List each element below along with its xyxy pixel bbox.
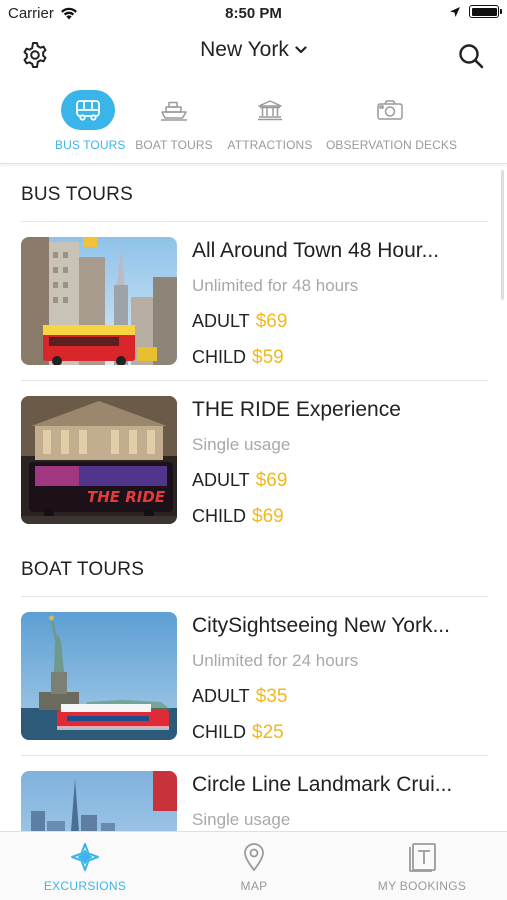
nav-bar: New York [0,28,507,80]
tab-map[interactable]: MAP [209,832,299,893]
child-price: $69 [252,506,284,527]
ticket-icon [409,843,436,872]
boat-tab-pill [147,90,201,130]
adult-price-row: ADULT $69 [192,470,287,492]
tour-list[interactable]: BUS TOURS All Around Town 48 Hour... Unl… [0,165,507,831]
adult-price: $35 [255,686,288,707]
tab-excursions[interactable]: EXCURSIONS [30,832,140,893]
svg-text:THE RIDE: THE RIDE [87,488,166,506]
tab-label: BUS TOURS [55,138,126,152]
tour-card-citysightseeing[interactable]: CitySightseeing New York... Unlimited fo… [21,612,488,744]
tab-label: BOAT TOURS [135,138,213,152]
tab-label: ATTRACTIONS [227,138,313,152]
tab-label: MY BOOKINGS [377,879,467,893]
child-price-row: CHILD $25 [192,722,284,744]
search-icon[interactable] [457,42,485,70]
adult-label: ADULT [192,686,250,706]
tab-boat-tours[interactable]: BOAT TOURS [135,84,213,152]
tour-title: THE RIDE Experience [192,398,401,421]
adult-price-row: ADULT $69 [192,311,287,333]
adult-price: $69 [255,470,288,491]
child-label: CHILD [192,506,247,526]
divider [21,380,488,381]
tour-validity: Single usage [192,810,291,829]
tour-validity: Unlimited for 48 hours [192,276,359,295]
child-price-row: CHILD $59 [192,347,284,369]
tab-label: MAP [240,879,268,893]
adult-price: $69 [255,311,288,332]
tour-card-circle-line[interactable]: Circle Line Landmark Crui... Single usag… [21,771,488,831]
section-title-boat-tours: BOAT TOURS [21,559,145,580]
child-price-row: CHILD $69 [192,506,284,528]
liberty-boat-image [21,612,177,740]
map-pin-icon [244,843,264,872]
museum-icon [258,100,282,121]
bus-icon [76,100,100,121]
compass-star-icon [71,843,99,871]
tour-title: All Around Town 48 Hour... [192,239,440,262]
divider [21,755,488,756]
tab-attractions[interactable]: ATTRACTIONS [227,84,313,152]
skyline-image [21,771,177,831]
tour-card-all-around-town[interactable]: All Around Town 48 Hour... Unlimited for… [21,237,488,369]
tour-thumbnail: THE RIDE [21,396,177,524]
bottom-tab-bar: EXCURSIONS MAP MY BOOKINGS [0,831,507,900]
child-label: CHILD [192,722,247,742]
tour-card-the-ride[interactable]: THE RIDE THE RIDE Experience Single usag… [21,396,488,528]
battery-icon [469,5,502,18]
camera-icon [377,100,403,120]
category-tabs: BUS TOURS BOAT TOURS ATTRACTIONS OBSERVA… [0,84,507,164]
location-arrow-icon [450,6,460,17]
boat-icon [161,101,187,121]
status-bar: Carrier 8:50 PM [0,0,507,28]
chevron-down-icon [295,46,307,54]
night-bus-image: THE RIDE [21,396,177,524]
section-title-bus-tours: BUS TOURS [21,184,133,205]
tour-thumbnail [21,612,177,740]
attractions-tab-pill [243,90,297,130]
tab-bus-tours[interactable]: BUS TOURS [55,84,126,152]
tour-thumbnail [21,237,177,365]
tour-title: CitySightseeing New York... [192,614,450,637]
tab-observation-decks[interactable]: OBSERVATION DECKS [326,84,458,152]
observation-tab-pill [363,90,417,130]
tab-my-bookings[interactable]: MY BOOKINGS [372,832,472,893]
tour-validity: Unlimited for 24 hours [192,651,359,670]
adult-price-row: ADULT $35 [192,686,287,708]
adult-label: ADULT [192,470,250,490]
city-bus-image [21,237,177,365]
tour-thumbnail [21,771,177,831]
bus-tab-pill [61,90,115,130]
tab-label: EXCURSIONS [43,879,127,893]
divider [21,221,488,222]
tour-title: Circle Line Landmark Crui... [192,773,453,796]
child-price: $25 [252,722,284,743]
city-label: New York [200,38,289,61]
status-right [449,5,502,18]
child-price: $59 [252,347,284,368]
adult-label: ADULT [192,311,250,331]
status-time: 8:50 PM [225,5,282,22]
city-selector[interactable]: New York [0,38,507,62]
divider [21,596,488,597]
scrollbar[interactable] [501,170,504,300]
tab-label: OBSERVATION DECKS [326,138,458,152]
tour-validity: Single usage [192,435,291,454]
child-label: CHILD [192,347,247,367]
